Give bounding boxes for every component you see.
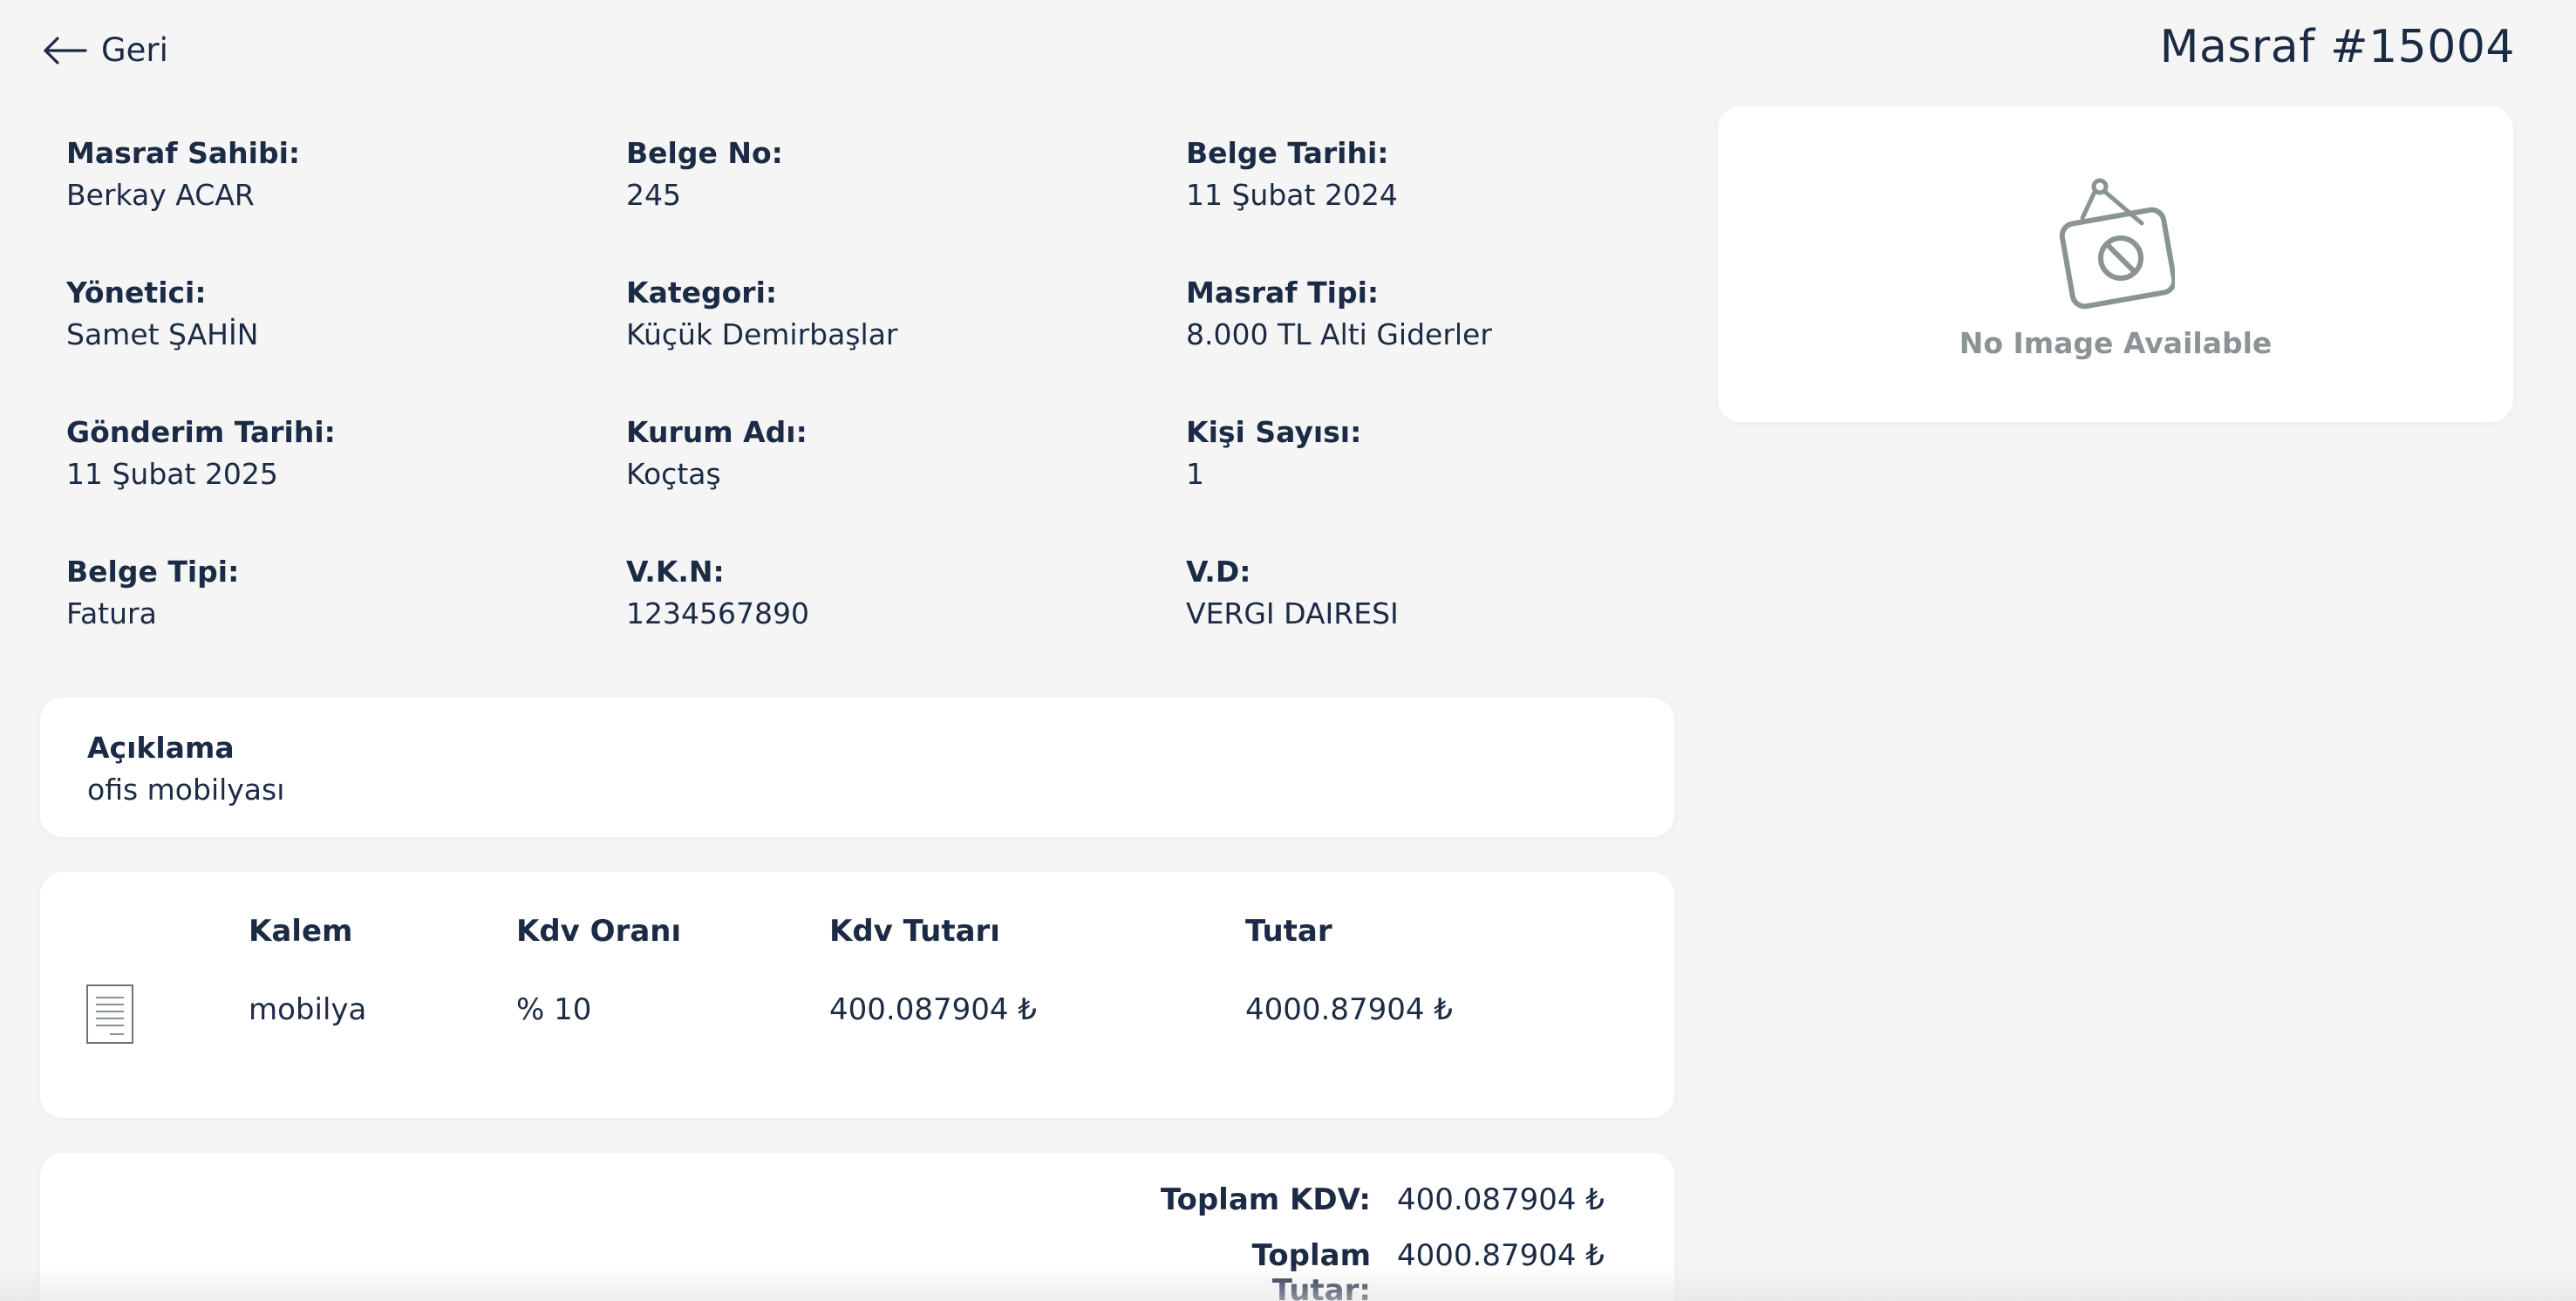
column-header-kdv-tutari: Kdv Tutarı (829, 914, 1000, 949)
detail-value-kisi-sayisi: 1 (1186, 457, 1204, 491)
expense-details-grid: Masraf Sahibi: Berkay ACAR Belge No: 245… (66, 133, 1688, 691)
detail-field: Gönderim Tarihi: 11 Şubat 2025 (66, 412, 626, 551)
detail-field: V.K.N: 1234567890 (626, 551, 1186, 691)
detail-field: Yönetici: Samet ŞAHİN (66, 272, 626, 412)
detail-field: Belge Tarihi: 11 Şubat 2024 (1186, 133, 1688, 272)
detail-label-yonetici: Yönetici: (66, 276, 207, 310)
detail-field: Kurum Adı: Koçtaş (626, 412, 1186, 551)
detail-field: Belge Tipi: Fatura (66, 551, 626, 691)
detail-field: V.D: VERGI DAIRESI (1186, 551, 1688, 691)
detail-value-masraf-tipi: 8.000 TL Alti Giderler (1186, 317, 1492, 351)
receipt-image-card[interactable]: No Image Available (1718, 106, 2513, 422)
detail-label-masraf-tipi: Masraf Tipi: (1186, 276, 1380, 310)
no-image-placeholder: No Image Available (1718, 174, 2513, 360)
expense-detail-page: Geri Masraf #15004 Masraf Sahibi: Berkay… (0, 0, 2576, 1301)
total-kdv-value: 400.087904 ₺ (1397, 1182, 1605, 1217)
detail-label-masraf-sahibi: Masraf Sahibi: (66, 136, 301, 170)
detail-value-yonetici: Samet ŞAHİN (66, 317, 259, 351)
detail-field: Kategori: Küçük Demirbaşlar (626, 272, 1186, 412)
item-tutar: 4000.87904 ₺ (1245, 992, 1453, 1027)
back-label: Geri (101, 31, 168, 69)
detail-label-kategori: Kategori: (626, 276, 778, 310)
detail-label-gonderim-tarihi: Gönderim Tarihi: (66, 415, 336, 449)
detail-value-kurum-adi: Koçtaş (626, 457, 721, 491)
item-kalem: mobilya (249, 992, 367, 1027)
detail-label-kurum-adi: Kurum Adı: (626, 415, 808, 449)
column-header-tutar: Tutar (1245, 914, 1332, 949)
arrow-left-icon (44, 36, 87, 65)
expense-items-table: Kalem Kdv Oranı Kdv Tutarı Tutar mobilya… (40, 872, 1674, 1118)
detail-value-kategori: Küçük Demirbaşlar (626, 317, 898, 351)
document-icon[interactable] (85, 984, 134, 1045)
detail-label-belge-tipi: Belge Tipi: (66, 555, 240, 589)
detail-value-masraf-sahibi: Berkay ACAR (66, 178, 255, 212)
detail-label-belge-no: Belge No: (626, 136, 783, 170)
total-kdv-label: Toplam KDV: (1160, 1182, 1371, 1217)
detail-field: Kişi Sayısı: 1 (1186, 412, 1688, 551)
detail-label-vkn: V.K.N: (626, 555, 725, 589)
no-image-label: No Image Available (1959, 326, 2273, 360)
detail-label-kisi-sayisi: Kişi Sayısı: (1186, 415, 1362, 449)
detail-value-gonderim-tarihi: 11 Şubat 2025 (66, 457, 278, 491)
detail-value-vd: VERGI DAIRESI (1186, 596, 1399, 630)
item-kdv-orani: % 10 (516, 992, 592, 1027)
description-value: ofis mobilyası (87, 773, 285, 807)
description-card: Açıklama ofis mobilyası (40, 698, 1674, 837)
description-label: Açıklama (87, 731, 235, 765)
column-header-kalem: Kalem (249, 914, 353, 949)
page-title: Masraf #15004 (2159, 21, 2515, 73)
detail-value-vkn: 1234567890 (626, 596, 809, 630)
no-image-icon (2059, 178, 2177, 310)
detail-label-belge-tarihi: Belge Tarihi: (1186, 136, 1389, 170)
detail-field: Belge No: 245 (626, 133, 1186, 272)
item-kdv-tutari: 400.087904 ₺ (829, 992, 1037, 1027)
detail-value-belge-tarihi: 11 Şubat 2024 (1186, 178, 1398, 212)
column-header-kdv-orani: Kdv Oranı (516, 914, 682, 949)
detail-field: Masraf Tipi: 8.000 TL Alti Giderler (1186, 272, 1688, 412)
detail-label-vd: V.D: (1186, 555, 1251, 589)
bottom-fade (0, 1266, 2576, 1301)
back-button[interactable]: Geri (40, 31, 168, 69)
detail-value-belge-no: 245 (626, 178, 681, 212)
total-kdv-row: Toplam KDV: 400.087904 ₺ (1153, 1182, 1605, 1217)
detail-field: Masraf Sahibi: Berkay ACAR (66, 133, 626, 272)
detail-value-belge-tipi: Fatura (66, 596, 157, 630)
